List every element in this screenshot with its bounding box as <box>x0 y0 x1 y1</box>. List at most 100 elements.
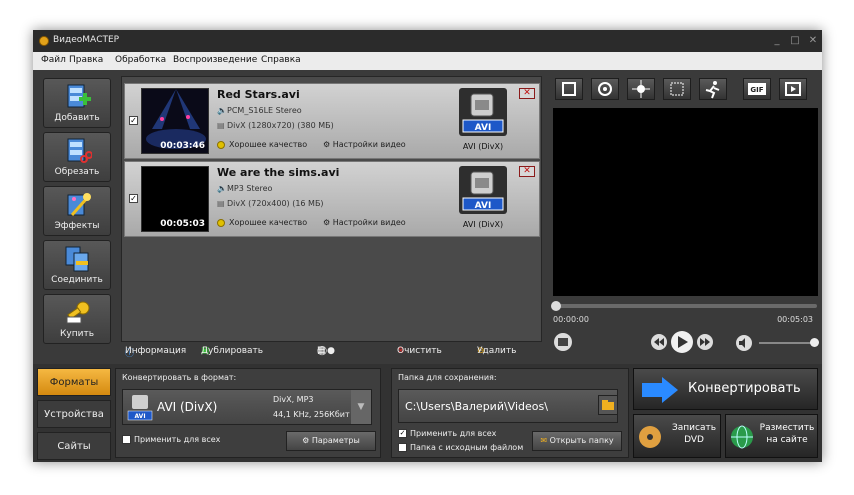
audio-info: 🔈PCM_S16LE Stereo <box>217 106 302 115</box>
buy-label: Купить <box>60 329 94 339</box>
delete-text: Удалить <box>477 346 517 356</box>
menu-file[interactable]: Файл <box>41 55 66 65</box>
close-button[interactable]: ✕ <box>805 33 821 49</box>
fast-forward-button[interactable] <box>697 334 713 350</box>
rewind-button[interactable] <box>651 334 667 350</box>
save-folder-panel: Папка для сохранения: C:\Users\Валерий\V… <box>391 368 629 458</box>
quality-setting[interactable]: Хорошее качество <box>217 140 307 149</box>
tab-devices[interactable]: Устройства <box>37 400 111 428</box>
file-toolbar: ⓘ Информация ▣ Дублировать ☰ ◯● ▦ ⊗ Очисти… <box>121 334 542 359</box>
volume-knob[interactable] <box>810 338 819 347</box>
apply-all-folder-checkbox[interactable]: ✓ Применить для всех <box>398 429 496 438</box>
convert-text: Конвертировать <box>688 381 801 396</box>
remove-file-button[interactable]: ✕ <box>519 166 535 177</box>
publish-line1: Разместить <box>759 423 815 433</box>
volume-slider[interactable] <box>759 338 819 347</box>
open-folder-button[interactable]: ✉ Открыть папку <box>532 431 622 451</box>
speaker-icon: 🔈 <box>217 184 227 193</box>
tab-formats[interactable]: Форматы <box>37 368 111 396</box>
add-label: Добавить <box>54 113 100 123</box>
volume-icon[interactable] <box>735 334 753 352</box>
file-title: Red Stars.avi <box>217 88 300 101</box>
gear-icon: ⚙ <box>323 218 333 227</box>
frame-icon <box>562 82 576 96</box>
title-bar: ВидеоМАСТЕР _ □ ✕ <box>33 30 822 52</box>
convert-format-panel: Конвертировать в формат: AVI AVI (DivX) … <box>115 368 381 458</box>
format-icon[interactable]: AVI <box>459 88 507 136</box>
quality-setting[interactable]: Хорошее качество <box>217 218 307 227</box>
file-row[interactable]: ✓ 00:03:46 Red Stars.avi 🔈PCM_S16LE Ster… <box>124 83 540 159</box>
publish-button[interactable]: Разместить на сайте <box>725 414 818 458</box>
gear-icon: ⚙ <box>302 436 312 445</box>
seek-bar[interactable] <box>551 301 817 311</box>
tab-sites[interactable]: Сайты <box>37 432 111 460</box>
open-folder-text: Открыть папку <box>549 436 614 445</box>
add-video-icon <box>67 84 91 108</box>
play-button[interactable] <box>671 331 693 353</box>
save-path-field[interactable]: C:\Users\Валерий\Videos\ <box>398 389 618 423</box>
cut-button[interactable]: Обрезать <box>43 132 111 182</box>
cut-video-icon <box>67 138 92 163</box>
remove-file-button[interactable]: ✕ <box>519 88 535 99</box>
add-button[interactable]: Добавить <box>43 78 111 128</box>
camcorder-icon: AVI <box>459 88 507 136</box>
burn-dvd-button[interactable]: Записать DVD <box>633 414 721 458</box>
speed-tool-button[interactable] <box>699 78 727 100</box>
menu-playback[interactable]: Воспроизведение <box>173 55 257 65</box>
seek-knob[interactable] <box>551 301 561 311</box>
brightness-tool-button[interactable] <box>627 78 655 100</box>
maximize-button[interactable]: □ <box>787 33 803 49</box>
video-settings-text: Настройки видео <box>332 140 406 149</box>
file-checkbox[interactable]: ✓ <box>129 194 138 203</box>
fullscreen-tool-button[interactable] <box>779 78 807 100</box>
frame-tool-button[interactable] <box>555 78 583 100</box>
snapshot-icon <box>598 82 612 96</box>
minimize-button[interactable]: _ <box>769 33 785 49</box>
file-checkbox[interactable]: ✓ <box>129 116 138 125</box>
video-settings-link[interactable]: ⚙ Настройки видео <box>323 140 406 149</box>
format-select[interactable]: AVI AVI (DivX) DivX, MP3 44,1 KHz, 256Кб… <box>122 389 372 425</box>
menu-processing[interactable]: Обработка <box>115 55 166 65</box>
video-preview-screen[interactable] <box>553 108 818 296</box>
save-path-text: C:\Users\Валерий\Videos\ <box>405 400 548 413</box>
app-window: ВидеоМАСТЕР _ □ ✕ Файл Правка Обработка … <box>33 30 822 462</box>
folder-icon <box>602 400 614 410</box>
gif-tool-button[interactable]: GIF <box>743 78 771 100</box>
app-logo-icon <box>39 36 49 46</box>
video-info-text: DivX (720x400) (16 МБ) <box>227 199 324 208</box>
snapshot-button[interactable] <box>553 332 573 352</box>
effects-button[interactable]: Эффекты <box>43 186 111 236</box>
format-badge: AVI <box>475 201 492 211</box>
speed-icon <box>705 81 720 99</box>
fullscreen-icon <box>785 82 801 96</box>
video-info-text: DivX (1280x720) (380 МБ) <box>227 121 334 130</box>
camcorder-icon: AVI <box>127 395 153 421</box>
join-button[interactable]: Соединить <box>43 240 111 290</box>
source-folder-text: Папка с исходным файлом <box>410 443 524 452</box>
quality-text: Хорошее качество <box>229 140 308 149</box>
apply-all-folder-text: Применить для всех <box>410 429 497 438</box>
chevron-down-icon[interactable]: ▼ <box>351 390 371 424</box>
format-select-badge: AVI <box>134 413 145 420</box>
source-folder-checkbox[interactable]: Папка с исходным файлом <box>398 443 523 452</box>
duplicate-text: Дублировать <box>201 346 264 356</box>
browse-folder-button[interactable] <box>598 395 618 415</box>
format-icon[interactable]: AVI <box>459 166 507 214</box>
buy-button[interactable]: Купить <box>43 294 111 344</box>
current-time: 00:00:00 <box>553 315 589 324</box>
video-settings-link[interactable]: ⚙ Настройки видео <box>323 218 406 227</box>
menu-edit[interactable]: Правка <box>69 55 103 65</box>
snapshot-tool-button[interactable] <box>591 78 619 100</box>
duration-label: 00:03:46 <box>160 141 205 151</box>
convert-arrow-icon <box>642 377 678 403</box>
menu-help[interactable]: Справка <box>261 55 301 65</box>
video-info: ▤ DivX (1280x720) (380 МБ) <box>217 121 334 130</box>
gif-text: GIF <box>750 86 763 94</box>
format-badge: AVI <box>475 123 492 133</box>
apply-all-checkbox[interactable]: Применить для всех <box>122 435 220 444</box>
file-row[interactable]: ✓ 00:05:03 We are the sims.avi 🔈MP3 Ster… <box>124 161 540 237</box>
burn-dvd-line1: Записать <box>671 423 717 433</box>
crop-tool-button[interactable] <box>663 78 691 100</box>
convert-button[interactable]: Конвертировать <box>633 368 818 410</box>
parameters-button[interactable]: ⚙ Параметры <box>286 431 376 451</box>
